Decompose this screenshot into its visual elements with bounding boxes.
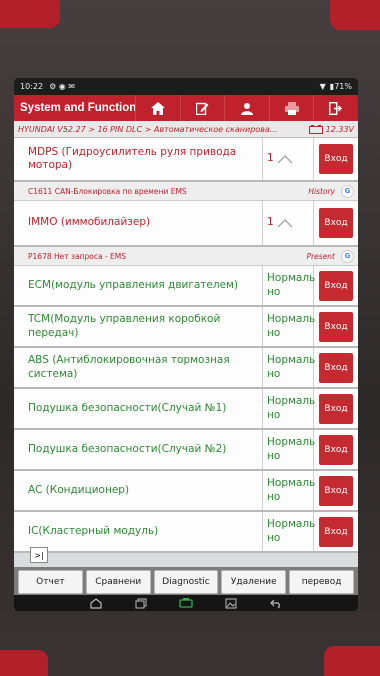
system-name: ABS (Антиблокировочная тормозная система… — [14, 348, 263, 387]
bumper-bottom-left — [0, 650, 48, 676]
system-row-airbag-1: Подушка безопасности(Случай №1) Нормаль … — [14, 389, 358, 430]
status-bar: 10:22 ⚙ ◉ ✉ ▼ ▮ 71 % — [14, 78, 358, 95]
breadcrumb: HYUNDAI V52.27 > 16 PIN DLC > Автоматиче… — [14, 121, 358, 138]
home-button[interactable] — [135, 95, 180, 121]
clear-codes-button[interactable]: Удаление — [221, 570, 287, 594]
page-title: System and Function — [20, 102, 135, 114]
breadcrumb-text: HYUNDAI V52.27 > 16 PIN DLC > Автоматиче… — [18, 124, 278, 134]
chevron-up-icon — [277, 155, 293, 164]
screenshot-icon[interactable] — [225, 598, 237, 609]
system-name: IC(Кластерный модуль) — [14, 512, 263, 551]
system-name: MDPS (Гидроусилитель руля привода мотора… — [14, 138, 263, 180]
voltage-value: 12.33V — [325, 124, 354, 134]
system-status: Нормаль но — [263, 389, 315, 428]
bumper-top-right — [330, 0, 380, 30]
system-status: Нормаль но — [263, 430, 315, 469]
bottom-toolbar: Отчет Сравнени Diagnostic Удаление перев… — [14, 567, 358, 597]
system-status: Нормаль но — [263, 307, 315, 346]
fault-count: 1 — [267, 152, 274, 165]
system-name: Подушка безопасности(Случай №1) — [14, 389, 263, 428]
system-status: Нормаль но — [263, 266, 315, 305]
print-button[interactable] — [268, 95, 314, 121]
recent-apps-icon[interactable] — [135, 598, 147, 609]
diagnostic-button[interactable]: Diagnostic — [153, 570, 219, 594]
system-name: ECM(модуль управления двигателем) — [14, 266, 263, 305]
battery-voltage-icon — [308, 124, 323, 134]
user-icon — [240, 102, 253, 115]
system-row-ac: AC (Кондиционер) Нормаль но Вход — [14, 471, 358, 512]
system-name: TCM(Модуль управления коробкой передач) — [14, 307, 263, 346]
expand-toggle[interactable]: >| — [30, 547, 48, 563]
google-search-icon[interactable]: G — [341, 184, 354, 198]
exit-icon — [329, 101, 343, 115]
clock: 10:22 — [20, 82, 44, 91]
user-button[interactable] — [224, 95, 269, 121]
dtc-code: C1611 CAN-Блокировка по времени EMS — [28, 186, 187, 196]
back-icon[interactable] — [269, 598, 282, 609]
print-icon — [284, 101, 299, 115]
translate-button[interactable]: перевод — [289, 570, 354, 594]
system-row-ic: IC(Кластерный модуль) Нормаль но Вход — [14, 512, 358, 553]
battery-level: 71 — [334, 82, 345, 91]
dtc-code: P1678 Нет запроса - EMS — [28, 251, 127, 261]
exit-button[interactable] — [313, 95, 358, 121]
dtc-row: P1678 Нет запроса - EMS Present G — [14, 247, 358, 266]
vci-connector-icon[interactable] — [179, 598, 193, 608]
dtc-status: Present — [306, 251, 335, 261]
google-search-icon[interactable]: G — [341, 249, 354, 263]
system-name: IMMO (иммобилайзер) — [14, 201, 263, 245]
system-row-immo: IMMO (иммобилайзер) 1 Вход — [14, 201, 358, 247]
enter-button[interactable]: Вход — [319, 516, 353, 547]
notification-icons: ⚙ ◉ ✉ — [49, 82, 76, 91]
system-name: AC (Кондиционер) — [14, 471, 263, 510]
report-icon — [195, 102, 209, 115]
enter-button[interactable]: Вход — [319, 311, 353, 342]
enter-button[interactable]: Вход — [319, 434, 353, 465]
wifi-icon: ▼ — [319, 82, 326, 91]
report-tab-button[interactable]: Отчет — [18, 570, 83, 594]
tablet-device: 10:22 ⚙ ◉ ✉ ▼ ▮ 71 % System and Function — [0, 0, 380, 676]
system-status: 1 — [263, 138, 314, 180]
enter-button[interactable]: Вход — [319, 393, 353, 424]
system-row-ecm: ECM(модуль управления двигателем) Нормал… — [14, 266, 358, 307]
system-status: Нормаль но — [263, 512, 315, 551]
compare-button[interactable]: Сравнени — [85, 570, 151, 594]
voltage-indicator: 12.33V — [308, 124, 354, 134]
system-row-mdps: MDPS (Гидроусилитель руля привода мотора… — [14, 138, 358, 182]
enter-button[interactable]: Вход — [319, 352, 353, 383]
enter-button[interactable]: Вход — [319, 475, 353, 506]
screen: 10:22 ⚙ ◉ ✉ ▼ ▮ 71 % System and Function — [14, 78, 358, 611]
enter-button[interactable]: Вход — [319, 144, 353, 174]
system-status: Нормаль но — [263, 471, 315, 510]
bumper-top-left — [0, 0, 60, 28]
system-status: Нормаль но — [263, 348, 315, 387]
app-header: System and Function — [14, 95, 358, 121]
fault-count: 1 — [267, 216, 274, 229]
system-row-tcm: TCM(Модуль управления коробкой передач) … — [14, 307, 358, 348]
report-button[interactable] — [179, 95, 225, 121]
system-list[interactable]: MDPS (Гидроусилитель руля привода мотора… — [14, 138, 358, 561]
enter-button[interactable]: Вход — [319, 270, 353, 301]
home-icon — [150, 101, 165, 115]
chevron-up-icon — [277, 219, 293, 228]
system-status: 1 — [263, 201, 314, 245]
system-name: Подушка безопасности(Случай №2) — [14, 430, 263, 469]
system-row-abs: ABS (Антиблокировочная тормозная система… — [14, 348, 358, 389]
enter-button[interactable]: Вход — [319, 208, 353, 238]
android-nav-bar — [14, 595, 358, 611]
system-row-airbag-2: Подушка безопасности(Случай №2) Нормаль … — [14, 430, 358, 471]
dtc-row: C1611 CAN-Блокировка по времени EMS Hist… — [14, 182, 358, 201]
dtc-status: History — [308, 186, 335, 196]
home-nav-icon[interactable] — [90, 597, 102, 609]
bumper-bottom-right — [324, 646, 380, 676]
